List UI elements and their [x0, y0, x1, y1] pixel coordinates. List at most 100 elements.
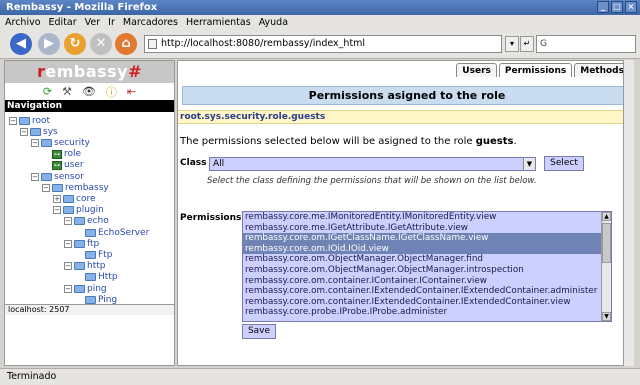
stop-icon[interactable]: ✕: [90, 33, 112, 55]
search-input[interactable]: G: [536, 35, 636, 53]
menu-marcadores[interactable]: Marcadores: [123, 17, 178, 28]
reload-icon[interactable]: ↻: [64, 33, 86, 55]
tree-item-role[interactable]: ⊶ role: [42, 149, 81, 160]
menu-editar[interactable]: Editar: [49, 17, 77, 28]
page-title: Permissions asigned to the role: [182, 86, 632, 105]
back-icon[interactable]: ◀: [10, 33, 32, 55]
permission-item[interactable]: rembassy.core.me.IGetAttribute.IGetAttri…: [243, 223, 611, 234]
tab-bar: Users Permissions Methods: [456, 63, 630, 77]
close-window-button[interactable]: ×: [625, 1, 637, 13]
tree-item-rembassy[interactable]: − rembassy: [42, 182, 109, 193]
permission-item[interactable]: rembassy.core.om.container.IContainer.IC…: [243, 276, 611, 287]
tree-item-http[interactable]: − http: [64, 261, 105, 272]
collapse-icon[interactable]: −: [53, 206, 61, 215]
url-dropdown-icon[interactable]: ▾: [505, 36, 519, 52]
expand-icon[interactable]: +: [53, 194, 61, 203]
tree-item-http[interactable]: Http: [75, 272, 118, 283]
permission-item[interactable]: rembassy.core.om.container.IExtendedCont…: [243, 297, 611, 308]
permissions-scrollbar[interactable]: ▲ ▼: [601, 212, 611, 321]
tree-item-sys[interactable]: − sys: [20, 126, 58, 137]
view-icon[interactable]: 👁: [82, 85, 96, 98]
tab-users[interactable]: Users: [456, 63, 497, 77]
tree-item-label: user: [64, 160, 84, 171]
class-hint: Select the class defining the permission…: [207, 176, 537, 186]
tree-item-echoserver[interactable]: EchoServer: [75, 227, 149, 238]
collapse-icon[interactable]: −: [20, 127, 28, 136]
scroll-thumb[interactable]: [602, 223, 611, 263]
window-titlebar: Rembassy - Mozilla Firefox _ □ ×: [0, 0, 640, 15]
minimize-button[interactable]: _: [597, 1, 609, 13]
class-label: Class: [180, 158, 207, 168]
folder-icon: [85, 295, 96, 304]
tree-item-ftp[interactable]: Ftp: [75, 249, 112, 260]
menu-ver[interactable]: Ver: [85, 17, 101, 28]
tree-item-label: EchoServer: [98, 227, 150, 238]
collapse-icon[interactable]: −: [64, 262, 72, 271]
logout-icon[interactable]: ⇤: [127, 85, 136, 98]
collapse-icon[interactable]: −: [64, 239, 72, 248]
maximize-button[interactable]: □: [611, 1, 623, 13]
collapse-icon[interactable]: −: [9, 116, 17, 125]
main-scrollbar[interactable]: [623, 60, 634, 366]
tree-item-sensor[interactable]: − sensor: [31, 171, 84, 182]
folder-icon: [74, 284, 85, 293]
permission-item[interactable]: rembassy.core.probe.IProbe.IProbe.admini…: [243, 307, 611, 318]
breadcrumb: root.sys.security.role.guests: [178, 110, 633, 124]
tree-item-ftp[interactable]: − ftp: [64, 238, 99, 249]
permission-item[interactable]: rembassy.core.om.IOid.IOid.view: [243, 243, 611, 255]
tab-permissions[interactable]: Permissions: [498, 63, 573, 77]
folder-icon: [52, 183, 63, 192]
folder-icon: [74, 217, 85, 226]
permissions-list[interactable]: rembassy.core.me.IMonitoredEntity.IMonit…: [242, 211, 612, 322]
permissions-label: Permissions: [180, 213, 242, 223]
chevron-down-icon[interactable]: ▼: [523, 158, 535, 170]
tree-item-label: rembassy: [65, 182, 109, 193]
collapse-icon[interactable]: −: [64, 217, 72, 226]
home-icon[interactable]: ⌂: [115, 33, 137, 55]
go-icon[interactable]: ↵: [520, 36, 534, 52]
tree-item-label: http: [87, 261, 106, 272]
tree-item-ping[interactable]: − ping: [64, 283, 107, 294]
url-input[interactable]: http://localhost:8080/rembassy/index_htm…: [144, 35, 502, 53]
tree-item-core[interactable]: + core: [53, 193, 96, 204]
window-title: Rembassy - Mozilla Firefox: [6, 2, 158, 13]
collapse-icon[interactable]: −: [31, 138, 39, 147]
tree-item-label: Http: [98, 272, 118, 283]
forward-icon[interactable]: ▶: [38, 33, 60, 55]
role-description: The permissions selected below will be a…: [180, 136, 517, 147]
folder-icon: [85, 228, 96, 237]
page-icon: [148, 39, 157, 49]
menu-ir[interactable]: Ir: [108, 17, 115, 28]
tree-item-plugin[interactable]: − plugin: [53, 205, 104, 216]
permission-item[interactable]: rembassy.core.om.container.IExtendedCont…: [243, 286, 611, 297]
collapse-icon[interactable]: −: [64, 284, 72, 293]
permission-item[interactable]: rembassy.core.om.IGetClassName.IGetClass…: [243, 233, 611, 244]
tree-item-root[interactable]: − root: [9, 115, 50, 126]
scroll-up-icon[interactable]: ▲: [602, 212, 611, 221]
permission-item[interactable]: rembassy.core.om.ObjectManager.ObjectMan…: [243, 265, 611, 276]
menu-ayuda[interactable]: Ayuda: [259, 17, 288, 28]
select-button[interactable]: Select: [544, 156, 584, 171]
info-icon[interactable]: ⓘ: [106, 84, 117, 100]
permission-item[interactable]: rembassy.core.me.IMonitoredEntity.IMonit…: [243, 212, 611, 223]
tree-item-user[interactable]: ⊶ user: [42, 160, 84, 171]
class-select[interactable]: All ▼: [209, 157, 536, 171]
folder-icon: [85, 250, 96, 259]
menu-herramientas[interactable]: Herramientas: [186, 17, 251, 28]
tree-item-security[interactable]: − security: [31, 137, 90, 148]
save-button[interactable]: Save: [242, 324, 276, 339]
url-text: http://localhost:8080/rembassy/index_htm…: [161, 38, 366, 49]
tree-item-label: Ftp: [98, 249, 113, 260]
tab-methods[interactable]: Methods: [574, 63, 630, 77]
tree-item-label: echo: [87, 216, 109, 227]
collapse-icon[interactable]: −: [31, 172, 39, 181]
refresh-icon[interactable]: ⟳: [43, 85, 52, 98]
scroll-down-icon[interactable]: ▼: [602, 312, 611, 321]
tools-icon[interactable]: ⚒: [62, 85, 72, 98]
server-status: localhost: 2507: [5, 304, 174, 315]
folder-icon: [74, 239, 85, 248]
permission-item[interactable]: rembassy.core.om.ObjectManager.ObjectMan…: [243, 254, 611, 265]
tree-item-echo[interactable]: − echo: [64, 216, 109, 227]
menu-archivo[interactable]: Archivo: [5, 17, 41, 28]
collapse-icon[interactable]: −: [42, 183, 50, 192]
